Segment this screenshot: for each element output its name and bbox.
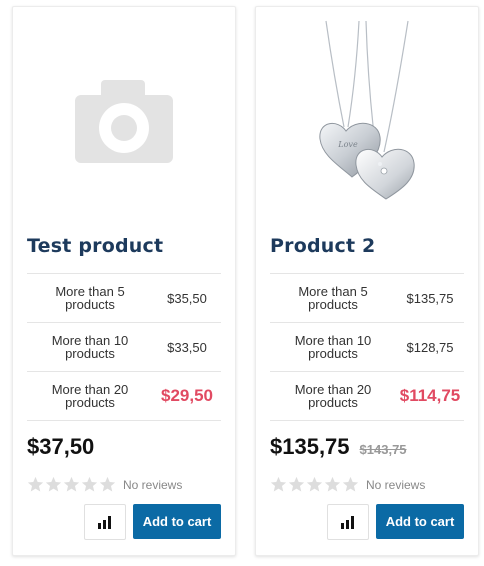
discount-label: More than 20 products [294,382,372,410]
discount-label: More than 10 products [51,333,129,361]
discount-price-best: $114,75 [399,386,461,405]
old-price: $143,75 [359,442,407,457]
heart-pendant-image: Love [319,20,415,200]
product-title[interactable]: Test product [27,235,163,257]
star-icon [99,476,116,492]
star-icon [81,476,98,492]
add-to-cart-button[interactable]: Add to cart [376,504,464,539]
discount-price: $35,50 [167,290,207,306]
compare-button[interactable] [327,504,369,540]
star-icon [288,476,305,492]
star-icon [270,476,287,492]
star-rating [270,476,360,493]
star-icon [63,476,80,492]
discount-price-best: $29,50 [161,386,213,405]
compare-button[interactable] [84,504,126,540]
quantity-discount-table: More than 5 products $35,50 More than 10 p… [27,273,221,421]
discount-row: More than 10 products $128,75 [270,322,464,371]
discount-row: More than 20 products $114,75 [270,371,464,421]
product-price: $135,75 [270,434,350,459]
discount-price: $135,75 [406,290,454,306]
star-icon [27,476,44,492]
svg-text:Love: Love [337,140,358,149]
discount-label: More than 5 products [55,284,125,312]
price-row: $135,75 $143,75 [270,434,407,460]
product-image[interactable]: Love [256,7,478,219]
product-card: Test product More than 5 products $35,50 … [12,6,236,556]
discount-label: More than 10 products [294,333,372,361]
bar-chart-icon [341,516,354,529]
quantity-discount-table: More than 5 products $135,75 More than 10… [270,273,464,421]
star-icon [45,476,62,492]
star-rating [27,476,117,493]
discount-label: More than 20 products [51,382,129,410]
product-price: $37,50 [27,434,95,459]
discount-row: More than 10 products $33,50 [27,322,221,371]
discount-row: More than 5 products $35,50 [27,273,221,322]
reviews-count: No reviews [366,477,426,492]
product-card: Love Product 2 More than 5 products $135,… [255,6,479,556]
bar-chart-icon [98,516,111,529]
star-icon [324,476,341,492]
discount-row: More than 5 products $135,75 [270,273,464,322]
discount-row: More than 20 products $29,50 [27,371,221,421]
product-image[interactable] [13,7,235,219]
reviews-count: No reviews [123,477,183,492]
discount-price: $128,75 [406,339,454,355]
rating: No reviews [27,476,182,493]
discount-price: $33,50 [167,339,207,355]
price-row: $37,50 [27,434,94,460]
camera-placeholder-icon [75,80,173,163]
add-to-cart-button[interactable]: Add to cart [133,504,221,539]
product-title[interactable]: Product 2 [270,235,375,257]
star-icon [306,476,323,492]
discount-label: More than 5 products [298,284,368,312]
rating: No reviews [270,476,425,493]
star-icon [342,476,359,492]
